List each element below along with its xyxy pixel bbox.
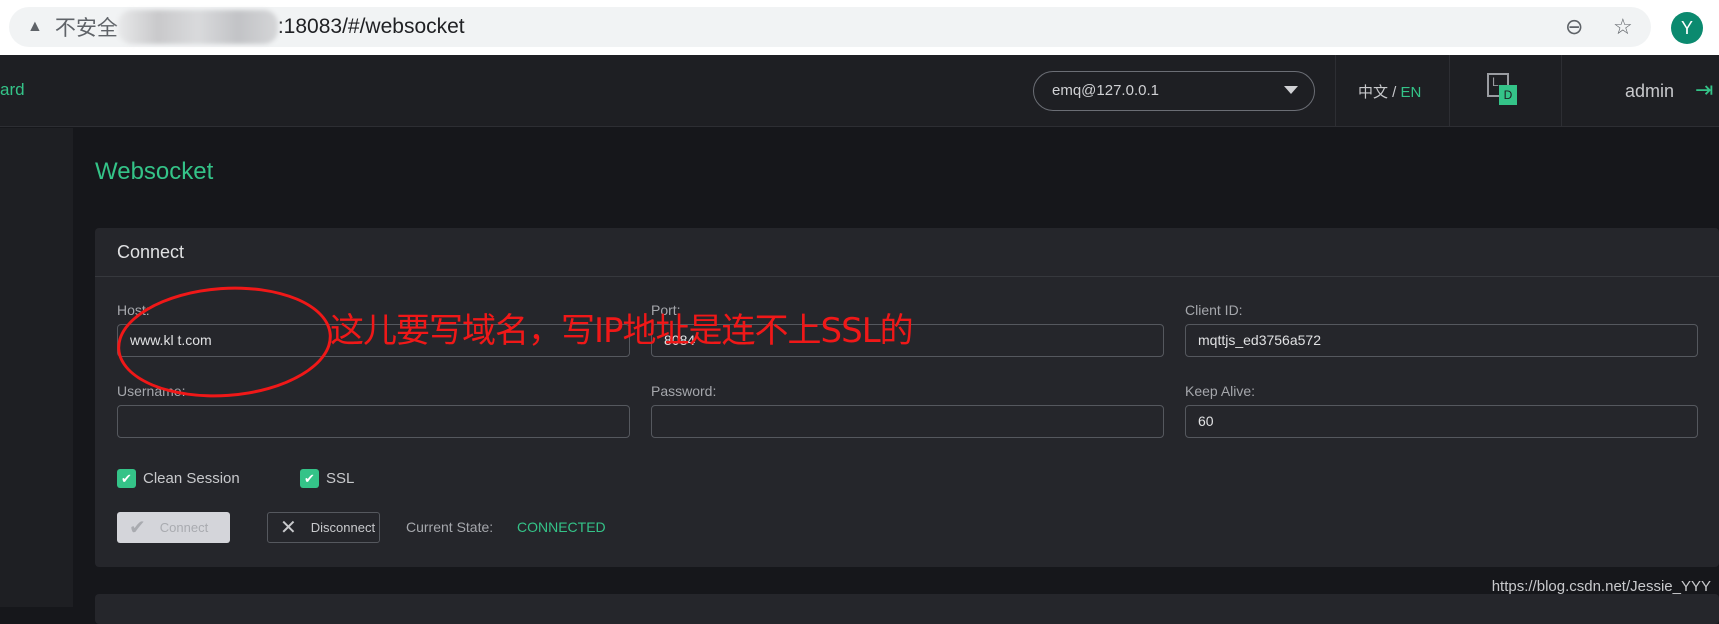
keep-alive-field: Keep Alive: 60 <box>1185 383 1698 438</box>
clean-session-checkbox[interactable]: ✔ Clean Session <box>117 469 240 488</box>
clean-session-label: Clean Session <box>143 470 240 487</box>
profile-avatar[interactable]: Y <box>1671 12 1703 44</box>
node-select[interactable]: emq@127.0.0.1 <box>1033 71 1315 111</box>
disconnect-button[interactable]: ✕ Disconnect <box>267 512 380 543</box>
next-card <box>95 594 1719 624</box>
caret-down-icon <box>1284 86 1298 94</box>
state-value: CONNECTED <box>517 519 606 535</box>
annotation-text: 这儿要写域名，写IP地址是连不上SSL的 <box>330 311 914 351</box>
state-label: Current State: <box>406 519 494 535</box>
card-title: Connect <box>95 228 1719 277</box>
username-input[interactable] <box>117 405 630 438</box>
watermark: https://blog.csdn.net/Jessie_YYY <box>1491 578 1711 595</box>
connect-card: Connect Host: www.kl t.com Port: 8084 Cl… <box>95 228 1719 567</box>
keep-alive-input[interactable]: 60 <box>1185 405 1698 438</box>
password-field: Password: <box>651 383 1164 438</box>
bookmark-star-icon[interactable]: ☆ <box>1613 14 1633 40</box>
divider <box>1561 55 1562 127</box>
browser-bar: ▲ 不安全 :18083/#/websocket ⊖ ☆ Y <box>0 0 1719 55</box>
client-id-field: Client ID: mqttjs_ed3756a572 <box>1185 302 1698 357</box>
sidebar <box>0 128 73 607</box>
ssl-label: SSL <box>326 470 355 487</box>
check-icon: ✔ <box>129 517 146 539</box>
disconnect-label: Disconnect <box>310 520 376 535</box>
url-text: :18083/#/websocket <box>277 15 465 38</box>
password-label: Password: <box>651 383 717 399</box>
divider <box>1449 55 1450 127</box>
lang-zh[interactable]: 中文 <box>1358 84 1388 101</box>
insecure-label: 不安全 <box>54 17 118 40</box>
node-value: emq@127.0.0.1 <box>1052 82 1159 99</box>
language-switch[interactable]: 中文 / EN <box>1358 81 1421 102</box>
keep-alive-label: Keep Alive: <box>1185 383 1256 399</box>
page-title: Websocket <box>95 158 214 185</box>
client-id-input[interactable]: mqttjs_ed3756a572 <box>1185 324 1698 357</box>
connect-label: Connect <box>159 520 209 535</box>
user-name[interactable]: admin <box>1625 81 1674 102</box>
check-icon: ✔ <box>117 469 136 488</box>
check-icon: ✔ <box>300 469 319 488</box>
ssl-checkbox[interactable]: ✔ SSL <box>300 469 354 488</box>
lang-en[interactable]: EN <box>1401 84 1422 101</box>
redacted-host <box>117 10 278 44</box>
lang-sep: / <box>1388 84 1401 101</box>
client-id-label: Client ID: <box>1185 302 1243 318</box>
zoom-icon[interactable]: ⊖ <box>1565 14 1583 40</box>
address-bar[interactable]: ▲ 不安全 :18083/#/websocket <box>9 7 1651 47</box>
logout-icon[interactable]: ⇥ <box>1695 77 1713 103</box>
dark-mark: D <box>1499 85 1517 105</box>
theme-toggle-icon[interactable]: L D <box>1487 73 1527 107</box>
connect-button[interactable]: ✔ Connect <box>117 512 230 543</box>
close-icon: ✕ <box>280 517 297 539</box>
divider <box>1335 55 1336 127</box>
password-input[interactable] <box>651 405 1164 438</box>
warning-icon: ▲ <box>27 18 43 35</box>
brand-label[interactable]: ard <box>0 80 25 100</box>
app-header: ard emq@127.0.0.1 中文 / EN L D admin ⇥ <box>0 55 1719 127</box>
